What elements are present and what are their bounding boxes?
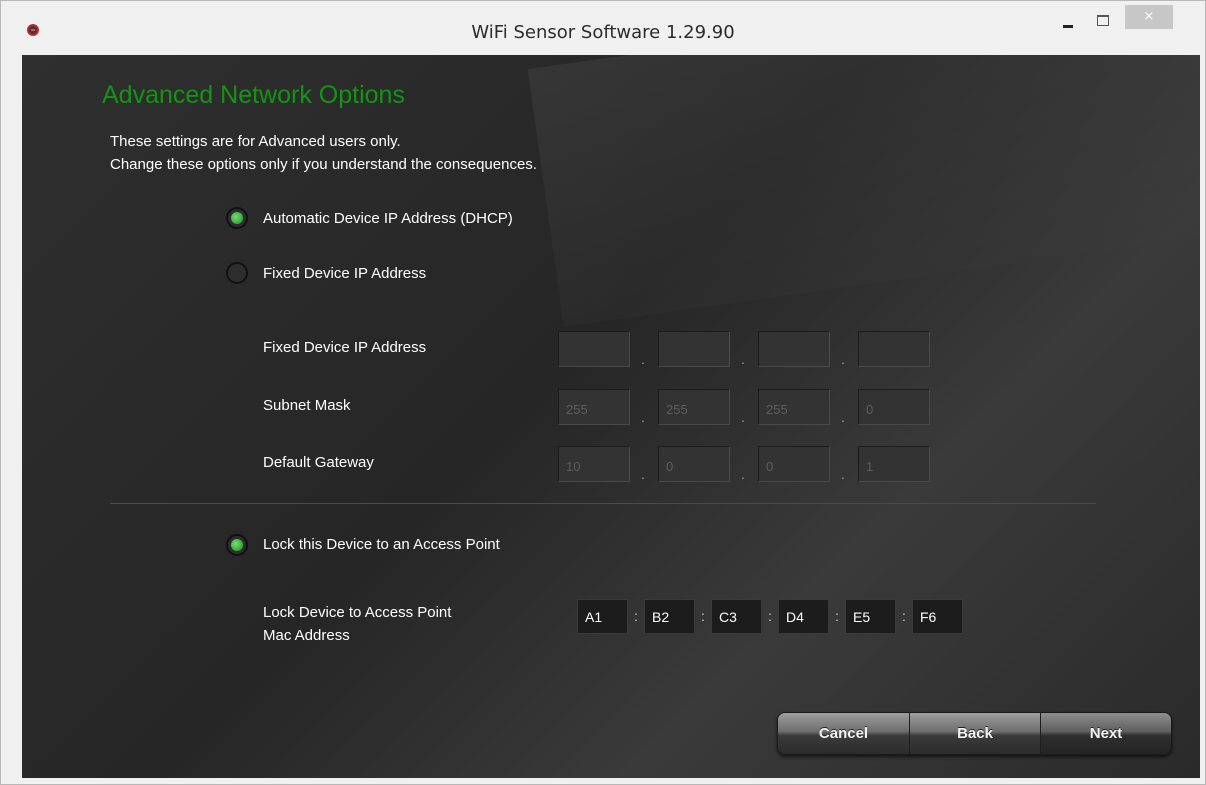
description-line-1: These settings are for Advanced users on… <box>110 133 401 150</box>
mac-octet-1[interactable]: A1 <box>577 599 628 634</box>
lock-access-point-label[interactable]: Lock this Device to an Access Point <box>263 536 500 553</box>
maximize-button[interactable] <box>1088 7 1118 33</box>
mac-octet-6[interactable]: F6 <box>912 599 963 634</box>
gateway-octet-4[interactable]: 1 <box>858 446 930 482</box>
default-gateway-label: Default Gateway <box>263 454 374 471</box>
fixed-ip-octet-3[interactable] <box>758 331 830 367</box>
ip-dot-separator: . <box>841 466 845 482</box>
app-window: WiFi Sensor Software 1.29.90 × Advanced … <box>0 0 1206 785</box>
mac-colon-separator: : <box>835 608 839 624</box>
close-button[interactable]: × <box>1125 5 1173 29</box>
description-line-2: Change these options only if you underst… <box>110 156 537 173</box>
ip-dot-separator: . <box>841 409 845 425</box>
mac-octet-2[interactable]: B2 <box>644 599 695 634</box>
mac-address-label-line-1: Lock Device to Access Point <box>263 604 452 621</box>
fixed-ip-radio[interactable] <box>226 262 248 284</box>
fixed-ip-field-label: Fixed Device IP Address <box>263 339 427 356</box>
wizard-panel: Advanced Network Options These settings … <box>22 55 1200 778</box>
dhcp-radio-label[interactable]: Automatic Device IP Address (DHCP) <box>263 210 513 227</box>
subnet-octet-4[interactable]: 0 <box>858 389 930 425</box>
ip-dot-separator: . <box>741 351 745 367</box>
fixed-ip-octet-4[interactable] <box>858 331 930 367</box>
subnet-octet-3[interactable]: 255 <box>758 389 830 425</box>
mac-colon-separator: : <box>768 608 772 624</box>
subnet-octet-2[interactable]: 255 <box>658 389 730 425</box>
gateway-octet-3[interactable]: 0 <box>758 446 830 482</box>
ip-dot-separator: . <box>641 351 645 367</box>
title-bar: WiFi Sensor Software 1.29.90 × <box>1 1 1205 55</box>
fixed-ip-octet-2[interactable] <box>658 331 730 367</box>
ip-dot-separator: . <box>641 466 645 482</box>
subnet-mask-label: Subnet Mask <box>263 397 351 414</box>
lock-access-point-radio[interactable] <box>226 534 248 556</box>
page-heading: Advanced Network Options <box>102 81 405 109</box>
ip-dot-separator: . <box>741 409 745 425</box>
section-divider <box>110 503 1096 504</box>
next-button[interactable]: Next <box>1041 713 1171 754</box>
mac-colon-separator: : <box>701 608 705 624</box>
mac-colon-separator: : <box>902 608 906 624</box>
subnet-octet-1[interactable]: 255 <box>558 389 630 425</box>
ip-dot-separator: . <box>741 466 745 482</box>
fixed-ip-octet-1[interactable] <box>558 331 630 367</box>
mac-octet-4[interactable]: D4 <box>778 599 829 634</box>
window-title: WiFi Sensor Software 1.29.90 <box>471 22 735 43</box>
back-button[interactable]: Back <box>910 713 1040 754</box>
ip-dot-separator: . <box>641 409 645 425</box>
fixed-ip-radio-label[interactable]: Fixed Device IP Address <box>263 265 426 282</box>
wizard-button-group: Cancel Back Next <box>777 712 1172 755</box>
minimize-button[interactable] <box>1053 7 1083 33</box>
gateway-octet-1[interactable]: 10 <box>558 446 630 482</box>
cancel-button[interactable]: Cancel <box>778 713 909 754</box>
mac-colon-separator: : <box>634 608 638 624</box>
ip-dot-separator: . <box>841 351 845 367</box>
mac-octet-3[interactable]: C3 <box>711 599 762 634</box>
mac-octet-5[interactable]: E5 <box>845 599 896 634</box>
mac-address-label-line-2: Mac Address <box>263 627 350 644</box>
gateway-octet-2[interactable]: 0 <box>658 446 730 482</box>
dhcp-radio[interactable] <box>226 207 248 229</box>
